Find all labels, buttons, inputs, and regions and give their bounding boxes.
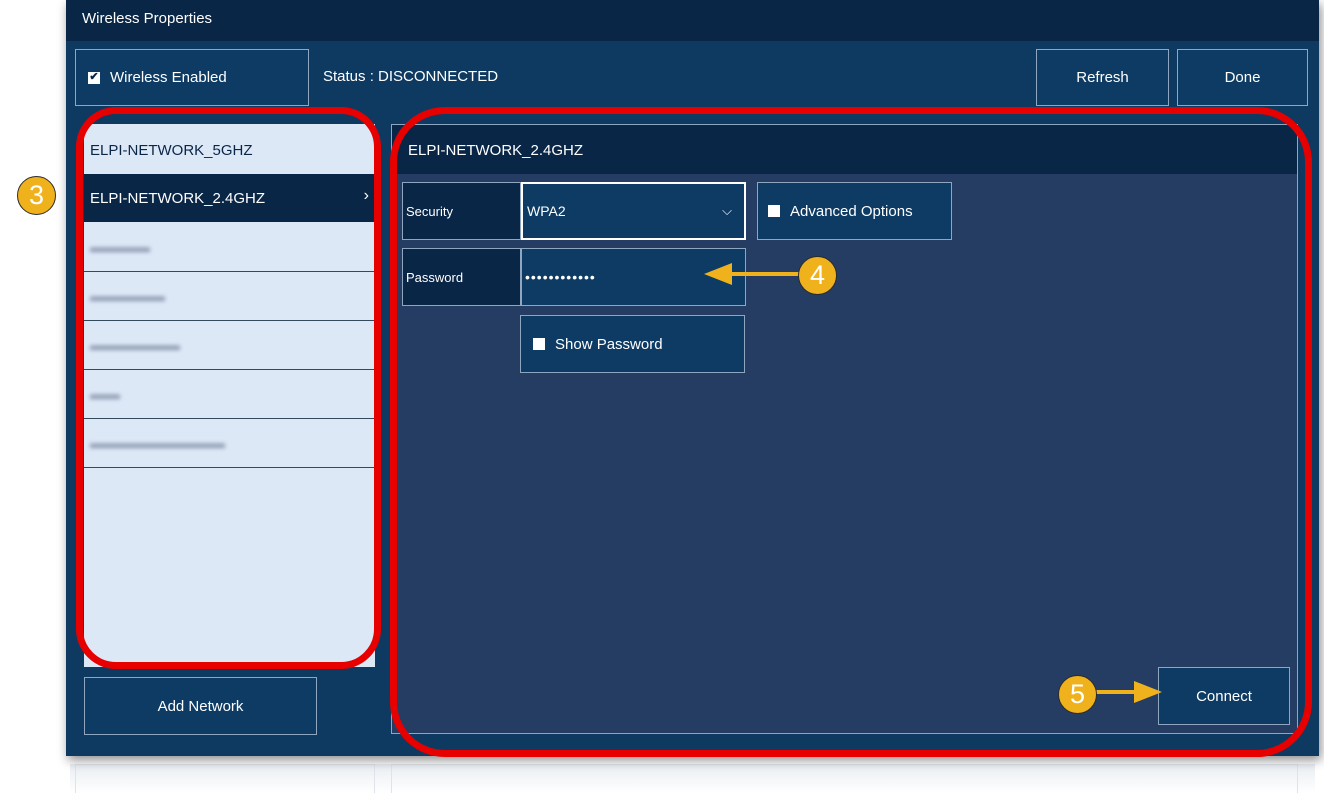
step-5-arrow-icon — [1094, 681, 1162, 703]
highlight-ring-network-list — [76, 107, 381, 669]
wireless-enabled-toggle[interactable]: ✔ Wireless Enabled — [75, 49, 309, 106]
refresh-button[interactable]: Refresh — [1036, 49, 1169, 106]
done-button[interactable]: Done — [1177, 49, 1308, 106]
reflection-line-right — [391, 764, 1298, 793]
highlight-ring-detail-panel — [390, 107, 1312, 757]
add-network-button[interactable]: Add Network — [84, 677, 317, 735]
connection-status: Status : DISCONNECTED — [323, 68, 499, 85]
step-4-badge: 4 — [798, 256, 837, 295]
reflection-line-left — [75, 764, 375, 793]
window-title: Wireless Properties — [82, 10, 213, 27]
title-bar — [66, 0, 1319, 41]
step-3-badge: 3 — [17, 176, 56, 215]
step-4-arrow-icon — [704, 263, 800, 285]
checkbox-checked-icon: ✔ — [88, 71, 100, 84]
step-5-badge: 5 — [1058, 675, 1097, 714]
wireless-enabled-label: Wireless Enabled — [110, 69, 227, 86]
